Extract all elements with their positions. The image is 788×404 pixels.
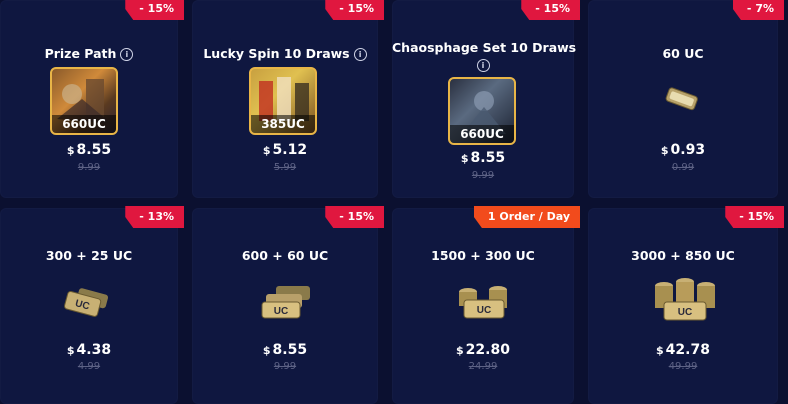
price: $22.80 <box>456 342 510 358</box>
art-uc-label: 660UC <box>52 115 116 133</box>
uc-coin-icon: UC <box>655 278 715 321</box>
price: $0.93 <box>660 142 706 158</box>
old-price: 5.99 <box>273 162 297 173</box>
old-price: 4.99 <box>77 361 101 372</box>
product-title: Chaosphage Set 10 Draws <box>392 40 577 55</box>
product-card-60-uc[interactable]: - 7% 60 UC $0.93 0.99 <box>588 0 784 198</box>
product-card-chaosphage[interactable]: - 15% Chaosphage Set 10 Draws i 660UC $8… <box>392 0 580 198</box>
art-uc-label: 660UC <box>450 125 514 143</box>
price: $5.12 <box>262 142 308 158</box>
product-title: 300 + 25 UC <box>45 248 133 263</box>
product-card-300-uc[interactable]: - 13% 300 + 25 UC UC $4.38 4.99 <box>0 206 184 404</box>
product-title: 600 + 60 UC <box>241 248 329 263</box>
store-grid: - 15% Prize Path i 660UC $8.55 9.99 - 15%… <box>0 0 788 404</box>
uc-coin-icon <box>665 87 698 111</box>
product-title: 60 UC <box>662 46 704 61</box>
price: $8.55 <box>460 150 506 166</box>
old-price: 9.99 <box>471 170 495 181</box>
product-card-lucky-spin[interactable]: - 15% Lucky Spin 10 Draws i 385UC $5.12 5… <box>192 0 384 198</box>
svg-text:UC: UC <box>678 307 692 318</box>
discount-badge: - 15% <box>325 0 384 20</box>
discount-badge: - 15% <box>725 206 784 228</box>
price: $42.78 <box>656 342 710 358</box>
art-uc-label: 385UC <box>251 115 315 133</box>
info-icon[interactable]: i <box>353 48 367 61</box>
discount-badge: - 7% <box>732 0 784 20</box>
old-price: 9.99 <box>77 162 101 173</box>
product-title: Lucky Spin 10 Draws i <box>192 46 378 61</box>
info-icon[interactable]: i <box>120 48 134 61</box>
info-row: i <box>392 57 574 72</box>
lucky-spin-image: 385UC <box>249 67 317 135</box>
old-price: 49.99 <box>668 361 698 372</box>
product-card-prize-path[interactable]: - 15% Prize Path i 660UC $8.55 9.99 <box>0 0 184 198</box>
svg-text:UC: UC <box>274 306 288 317</box>
discount-badge: - 15% <box>521 0 580 20</box>
uc-coin-icon: UC <box>459 286 507 319</box>
old-price: 9.99 <box>273 361 297 372</box>
price: $8.55 <box>262 342 308 358</box>
old-price: 0.99 <box>671 162 695 173</box>
product-title: 1500 + 300 UC <box>431 248 535 263</box>
discount-badge: - 15% <box>325 206 384 228</box>
price: $8.55 <box>66 142 112 158</box>
product-card-600-uc[interactable]: - 15% 600 + 60 UC UC $8.55 9.99 <box>192 206 384 404</box>
product-card-3000-uc[interactable]: - 15% 3000 + 850 UC UC $42.78 49.99 <box>588 206 784 404</box>
limit-badge: 1 Order / Day <box>473 206 580 228</box>
discount-badge: - 13% <box>125 206 184 228</box>
price: $4.38 <box>66 342 112 358</box>
svg-text:UC: UC <box>477 305 491 316</box>
uc-coin-icon: UC <box>64 288 109 317</box>
info-icon[interactable]: i <box>476 59 490 72</box>
old-price: 24.99 <box>468 361 498 372</box>
product-title: 3000 + 850 UC <box>631 248 735 263</box>
prize-path-image: 660UC <box>50 67 118 135</box>
uc-coin-icon: UC <box>261 286 310 319</box>
product-title: Prize Path i <box>0 46 178 61</box>
discount-badge: - 15% <box>125 0 184 20</box>
chaosphage-image: 660UC <box>448 77 516 145</box>
product-card-1500-uc[interactable]: 1 Order / Day 1500 + 300 UC UC $22.80 24… <box>392 206 580 404</box>
